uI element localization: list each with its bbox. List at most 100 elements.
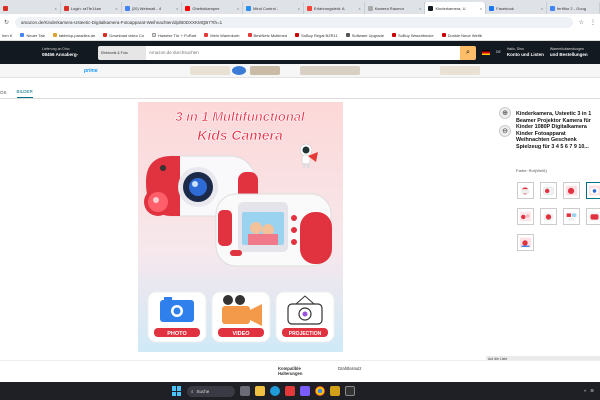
search-button[interactable]: ⌕ (460, 45, 476, 60)
reload-icon[interactable]: ↻ (4, 19, 9, 26)
wifi-icon[interactable]: ≋ (590, 388, 594, 394)
delivery-location[interactable]: Lieferung an Dino 08456 Annaberg- (42, 47, 92, 58)
tab-favicon (428, 5, 434, 11)
browser-tab[interactable]: Kamera Raumur × (365, 2, 426, 14)
color-label: Farbe: Rot(Weiß) (516, 168, 547, 173)
amazon-header: Lieferung an Dino 08456 Annaberg- Elektr… (0, 41, 600, 64)
bookmark-item[interactable]: Hawese Tür + FuRart (152, 33, 196, 38)
windows-start-icon[interactable] (172, 386, 182, 396)
browser-tab[interactable]: Login: raTfe14an × (61, 2, 122, 14)
amazon-logo[interactable] (6, 48, 36, 58)
taskbar-search[interactable]: ⌕ Suche (187, 385, 235, 397)
banner-graphic (300, 66, 360, 75)
tab-videos[interactable]: OS (0, 90, 7, 98)
zoom-in-button[interactable]: ⊕ (499, 107, 511, 119)
promo-banner[interactable]: prime (0, 64, 600, 78)
zoom-in-icon: ⊕ (502, 110, 508, 117)
close-icon[interactable]: × (541, 6, 543, 11)
taskview-icon[interactable] (240, 386, 250, 396)
product-main-image[interactable]: 3 in 1 Multifunctional Kids Camera PHOTO… (138, 102, 343, 352)
thumbnail[interactable] (540, 182, 557, 199)
tab-favicon (246, 5, 252, 11)
browser-tab-active[interactable]: Kinderkamera, U × (425, 2, 487, 14)
close-icon[interactable]: × (176, 6, 178, 11)
bookmark-item[interactable]: Neuer Tab (20, 33, 45, 38)
bookmark-item[interactable]: SoBuy Waschbecke (391, 32, 434, 38)
search-bar: Elektronik & Foto ⌕ (98, 45, 476, 60)
thumbnail[interactable] (517, 234, 534, 251)
thumbnail[interactable] (540, 208, 557, 225)
file-explorer-icon[interactable] (255, 386, 265, 396)
tab-images[interactable]: BILDER (16, 89, 33, 98)
tab-label: Kamera Raumur (374, 5, 405, 11)
account-menu[interactable]: Hallo, Dino Konto und Listen (507, 47, 544, 58)
app-icon[interactable] (345, 386, 355, 396)
bookmark-label: SoBuy Waschbecke (397, 32, 434, 38)
menu-icon[interactable]: ⋮ (590, 19, 596, 26)
bookmark-item[interactable]: hen K (2, 33, 12, 38)
flag-icon[interactable] (482, 50, 490, 55)
orders-link[interactable]: Warenrücksendungen und Bestellungen (550, 47, 588, 58)
windows-taskbar: ⌕ Suche ^ ≋ (0, 382, 600, 400)
product-title: Kinderkamera, Usteetic 3 in 1 Beamer Pro… (516, 111, 592, 150)
bookmark-item[interactable]: Download video Co (103, 33, 144, 38)
browser-tab[interactable]: Erfahrungsfeld: A × (304, 2, 365, 14)
close-icon[interactable]: × (358, 6, 360, 11)
browser-tab[interactable]: Facebook × (486, 2, 548, 14)
star-icon[interactable]: ☆ (579, 19, 584, 26)
tab-label: Kinderkamera, U (435, 5, 466, 11)
edge-icon[interactable] (270, 386, 280, 396)
delivery-line2: 08456 Annaberg- (42, 52, 79, 57)
tab-label: fertiflor 2 - Goog (557, 5, 586, 11)
chevron-up-icon[interactable]: ^ (584, 389, 586, 394)
chrome-icon[interactable] (315, 386, 325, 396)
search-category-select[interactable]: Elektronik & Foto (98, 45, 146, 60)
tab-label: Mind Control - (253, 5, 279, 11)
browser-tab[interactable]: fertiflor 2 - Goog (547, 2, 600, 14)
url-input[interactable]: amazon.de/Kinderkamera-Usteetic-Digitalk… (15, 16, 573, 28)
zoom-out-button[interactable]: ⊖ (499, 125, 511, 137)
thumbnail-grid (517, 182, 600, 251)
feature-projection-label: PROJECTION (289, 331, 322, 337)
close-icon[interactable]: × (115, 6, 117, 11)
screen: × Login: raTfe14an × (20) Webmail - 4 × Gh… (0, 0, 600, 400)
thumbnail[interactable] (563, 208, 580, 225)
thumbnail[interactable] (517, 182, 534, 199)
site-icon (152, 33, 157, 37)
app-icon[interactable] (300, 386, 310, 396)
browser-tab[interactable]: Ghettoklampne × (182, 2, 244, 14)
thumbnail[interactable] (517, 208, 534, 225)
close-icon[interactable]: × (237, 6, 239, 11)
close-icon[interactable]: × (419, 6, 421, 11)
bookmark-item[interactable]: SoBuy Regal BZR11 (295, 33, 338, 38)
site-icon (103, 33, 108, 37)
browser-tab[interactable]: × (0, 2, 61, 14)
tab-label: (20) Webmail - 4 (131, 5, 162, 11)
bookmark-item[interactable]: BestNetz Multimed (247, 33, 287, 38)
bookmark-item[interactable]: Software Upgrade (345, 33, 384, 38)
browser-tab[interactable]: (20) Webmail - 4 × (122, 2, 183, 14)
close-icon[interactable]: × (54, 6, 56, 11)
bookmark-item[interactable]: Mein Warenkorb (204, 33, 240, 38)
tab-favicon (124, 5, 130, 11)
prime-logo: prime (84, 68, 98, 74)
bookmark-item[interactable]: Dunkle Neue Weltb (441, 33, 482, 38)
close-icon[interactable]: × (298, 6, 300, 11)
close-icon[interactable]: × (480, 6, 482, 11)
site-icon (204, 33, 209, 37)
browser-tab[interactable]: Mind Control - × (243, 2, 304, 14)
taskbar-search-label: Suche (196, 388, 210, 394)
media-tabs: OS BILDER (0, 87, 600, 99)
thumbnail[interactable] (563, 182, 580, 199)
spec-row: Kompatible Halterungen Drahtlosnutz (0, 360, 600, 382)
thumbnail-selected[interactable] (586, 182, 600, 199)
thumbnail[interactable] (586, 208, 600, 225)
app-icon[interactable] (330, 386, 340, 396)
language-select[interactable]: DE (496, 50, 501, 55)
search-input[interactable] (146, 45, 460, 60)
site-icon (247, 33, 252, 37)
bookmark-item[interactable]: tabletop-paradies.de (52, 33, 95, 38)
app-icon[interactable] (285, 386, 295, 396)
spec-label-wireless: Drahtlosnutz (338, 366, 362, 371)
banner-graphic (232, 66, 246, 75)
